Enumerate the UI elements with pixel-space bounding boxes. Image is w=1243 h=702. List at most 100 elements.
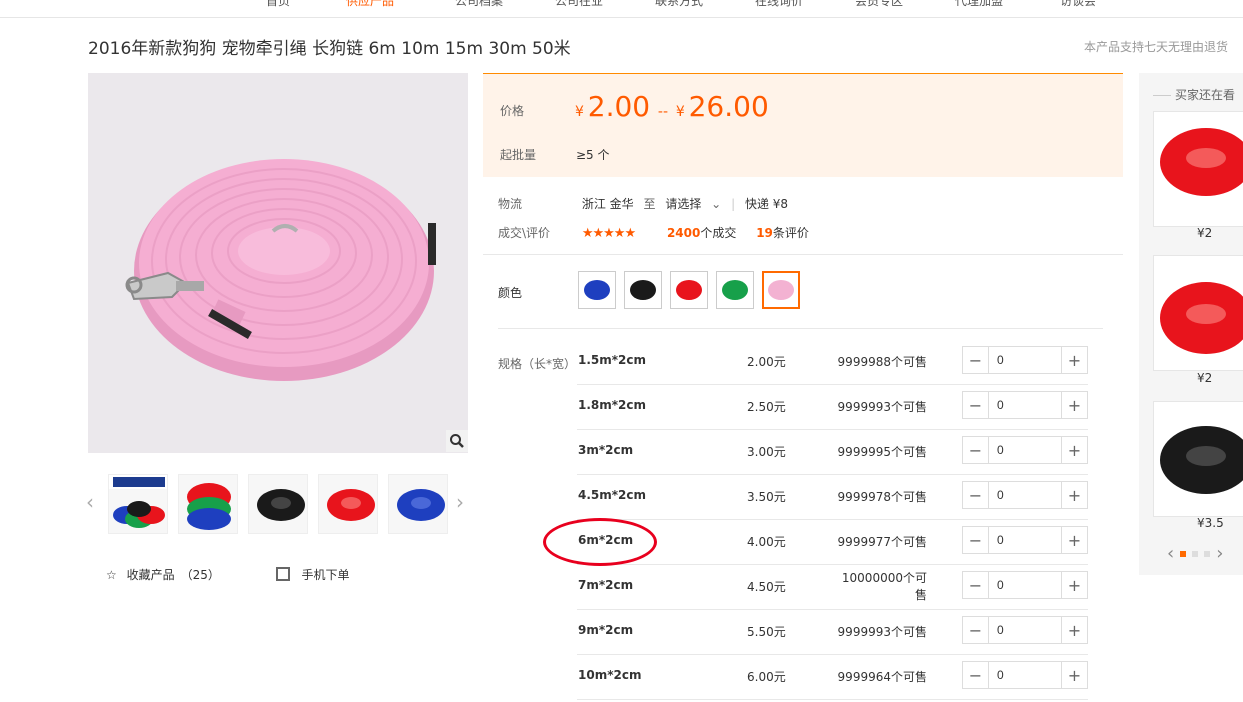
color-option-blue[interactable]: [578, 271, 616, 309]
minus-button[interactable]: −: [963, 572, 989, 598]
spec-stock: 10000000个可售: [841, 571, 927, 602]
spec-row: 1.5m*2cm 2.00元 9999988个可售 − +: [577, 340, 1088, 385]
nav-item-visit[interactable]: 访谈会: [1060, 0, 1096, 9]
price-label: 价格: [500, 104, 525, 118]
quantity-input[interactable]: [989, 347, 1061, 373]
spec-row: 9m*2cm 5.50元 9999993个可售 − +: [577, 610, 1088, 655]
thumb-prev-icon[interactable]: ‹: [86, 490, 94, 514]
plus-button[interactable]: +: [1061, 617, 1087, 643]
thumbnail[interactable]: [248, 474, 308, 534]
reviews-unit: 条评价: [772, 226, 809, 240]
recommend-price: ¥2: [1197, 226, 1213, 240]
color-option-pink[interactable]: [762, 271, 800, 309]
pager-dot[interactable]: [1192, 550, 1199, 557]
color-option-red[interactable]: [670, 271, 708, 309]
nav-item-home[interactable]: 首页: [266, 0, 290, 9]
spec-name: 3m*2cm: [578, 443, 634, 457]
reviews-count[interactable]: 19条评价: [756, 226, 809, 240]
thumbnail-strip: ‹ ›: [86, 474, 468, 534]
moq-value: ≥5 个: [576, 148, 610, 162]
spec-price: 3.00元: [747, 445, 786, 459]
recommend-title: 买家还在看: [1153, 86, 1235, 103]
minus-button[interactable]: −: [963, 527, 989, 553]
nav-item-agent[interactable]: 代理加盟: [955, 0, 1003, 9]
minus-button[interactable]: −: [963, 617, 989, 643]
pager-dot[interactable]: [1180, 550, 1187, 557]
spec-price: 4.00元: [747, 535, 786, 549]
spec-stock: 9999978个可售: [837, 490, 927, 504]
spec-stock: 9999993个可售: [837, 625, 927, 639]
price-panel: 价格 ¥ 2.00 -- ¥ 26.00 起批量 ≥5 个: [483, 73, 1123, 177]
nav-item-inquiry[interactable]: 在线询价: [755, 0, 803, 9]
plus-button[interactable]: +: [1061, 392, 1087, 418]
orders-count[interactable]: 2400个成交: [667, 226, 740, 240]
minus-button[interactable]: −: [963, 347, 989, 373]
nav-item-contact[interactable]: 联系方式: [655, 0, 703, 9]
spec-price: 2.50元: [747, 400, 786, 414]
nav-item-member[interactable]: 会员专区: [855, 0, 903, 9]
spec-row: 4.5m*2cm 3.50元 9999978个可售 − +: [577, 475, 1088, 520]
quantity-input[interactable]: [989, 392, 1061, 418]
spec-name: 7m*2cm: [578, 578, 634, 592]
mobile-order-action[interactable]: 手机下单: [275, 567, 356, 582]
star-outline-icon: ☆: [106, 568, 117, 582]
spec-name: 1.5m*2cm: [578, 353, 647, 367]
quantity-input[interactable]: [989, 662, 1061, 688]
product-main-image[interactable]: [88, 73, 468, 453]
recommend-card[interactable]: [1153, 255, 1243, 371]
spec-stock: 9999988个可售: [837, 355, 927, 369]
color-option-black[interactable]: [624, 271, 662, 309]
destination-select-label: 请选择: [665, 197, 702, 211]
quantity-stepper: − +: [962, 436, 1088, 464]
color-option-green[interactable]: [716, 271, 754, 309]
minus-button[interactable]: −: [963, 392, 989, 418]
spec-name: 4.5m*2cm: [578, 488, 647, 502]
collect-count: （25）: [180, 568, 220, 582]
mobile-order-label: 手机下单: [301, 568, 350, 582]
nav-item-company[interactable]: 公司在业: [555, 0, 603, 9]
price-range: ¥ 2.00 -- ¥ 26.00: [575, 90, 769, 123]
nav-item-products[interactable]: 供应产品: [346, 0, 394, 9]
quantity-input[interactable]: [989, 527, 1061, 553]
pager-next-icon[interactable]: ›: [1216, 543, 1223, 564]
thumbnail[interactable]: [318, 474, 378, 534]
quantity-input[interactable]: [989, 437, 1061, 463]
price-separator: --: [657, 104, 669, 120]
spec-price: 5.50元: [747, 625, 786, 639]
minus-button[interactable]: −: [963, 662, 989, 688]
plus-button[interactable]: +: [1061, 572, 1087, 598]
plus-button[interactable]: +: [1061, 527, 1087, 553]
quantity-stepper: − +: [962, 481, 1088, 509]
minus-button[interactable]: −: [963, 482, 989, 508]
thumbnail[interactable]: [388, 474, 448, 534]
recommend-card[interactable]: [1153, 401, 1243, 517]
plus-button[interactable]: +: [1061, 437, 1087, 463]
recommend-card[interactable]: [1153, 111, 1243, 227]
plus-button[interactable]: +: [1061, 662, 1087, 688]
plus-button[interactable]: +: [1061, 482, 1087, 508]
thumb-next-icon[interactable]: ›: [456, 490, 464, 514]
spec-row: 1.8m*2cm 2.50元 9999993个可售 − +: [577, 385, 1088, 430]
destination-select[interactable]: 请选择 ⌄: [665, 197, 725, 211]
minus-button[interactable]: −: [963, 437, 989, 463]
quantity-input[interactable]: [989, 482, 1061, 508]
deals-label: 成交\评价: [498, 226, 551, 240]
nav-item-profile[interactable]: 公司档案: [455, 0, 503, 9]
thumbnail[interactable]: [178, 474, 238, 534]
spec-stock: 9999964个可售: [837, 670, 927, 684]
quantity-stepper: − +: [962, 346, 1088, 374]
orders-unit: 个成交: [700, 226, 737, 240]
deals-row: 成交\评价 ★★★★★ 2400个成交 19条评价: [498, 224, 809, 241]
recommend-pager: ‹ ›: [1167, 543, 1223, 564]
thumbnail[interactable]: [108, 474, 168, 534]
express-fee: 快递 ¥8: [744, 197, 789, 211]
highlight-circle: [543, 518, 657, 566]
quantity-input[interactable]: [989, 617, 1061, 643]
plus-button[interactable]: +: [1061, 347, 1087, 373]
pager-prev-icon[interactable]: ‹: [1167, 543, 1174, 564]
spec-price: 6.00元: [747, 670, 786, 684]
zoom-button[interactable]: [446, 430, 468, 452]
collect-action[interactable]: ☆ 收藏产品 （25）: [106, 568, 230, 582]
pager-dot[interactable]: [1204, 550, 1211, 557]
quantity-input[interactable]: [989, 572, 1061, 598]
